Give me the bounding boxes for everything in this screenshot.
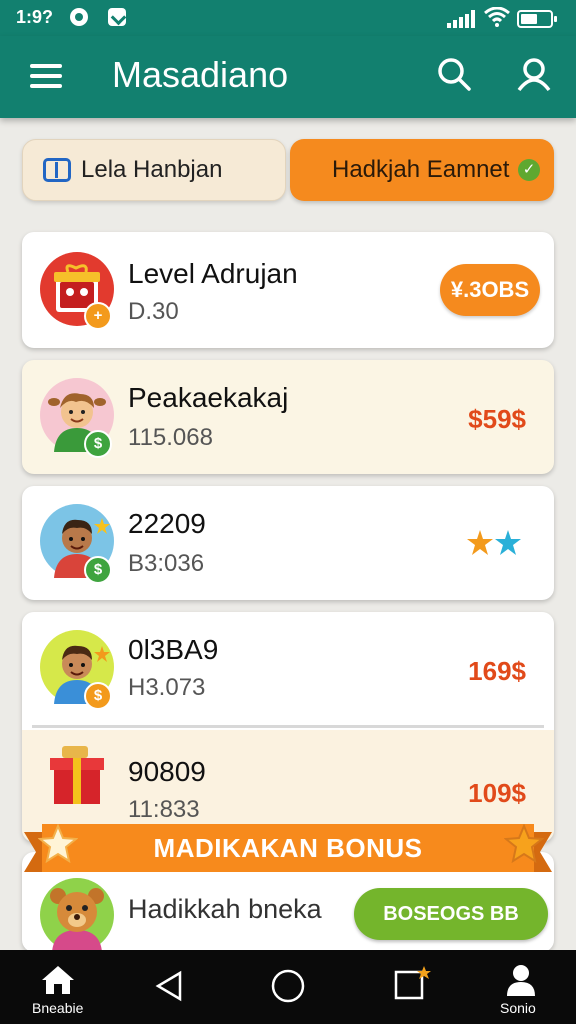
price-button[interactable]: ¥.3OBS (440, 264, 540, 316)
item-subtitle: 11:833 (128, 796, 200, 823)
download-icon (108, 8, 126, 26)
number-icon (43, 158, 71, 182)
home-icon (42, 966, 74, 994)
list-item[interactable]: + Level Adrujan D.30 ¥.3OBS (22, 232, 554, 348)
battery-icon (517, 10, 557, 28)
tab-lela-hanbjan[interactable]: Lela Hanbjan (22, 139, 286, 201)
menu-icon[interactable] (30, 62, 64, 90)
wifi-icon (484, 7, 510, 27)
star-icon (38, 824, 78, 864)
signal-icon (447, 10, 475, 28)
bonus-row-title: Hadikkah bneka (128, 894, 322, 924)
nav-profile[interactable]: Sonio (496, 950, 546, 1024)
notification-icon (70, 8, 88, 26)
item-price: 169$ (468, 656, 526, 686)
gift-box-icon (50, 746, 104, 804)
tab-label: Lela Hanbjan (81, 156, 223, 183)
coin-badge-icon: $ (84, 430, 112, 458)
item-title: Peakaekakaj (128, 382, 289, 413)
tab-bar: Lela Hanbjan Hadkjah Eamnet ✓ (22, 139, 554, 201)
navigation-bar: Bneabie Sonio (0, 950, 576, 1024)
coin-badge-icon: + (84, 302, 112, 330)
item-title: 90809 (128, 756, 206, 787)
list-item[interactable]: $ Peakaekakaj 115.068 $59$ (22, 360, 554, 474)
back-icon[interactable] (154, 970, 184, 1002)
item-price: $59$ (468, 404, 526, 434)
search-icon[interactable] (436, 56, 472, 92)
nav-home-label: Bneabie (32, 1000, 84, 1016)
item-subtitle: 115.068 (128, 424, 213, 451)
status-bar: 1:9? (0, 0, 576, 36)
item-subtitle: B3:036 (128, 550, 205, 577)
rating-stars-icon (467, 530, 521, 555)
recents-icon[interactable] (392, 964, 432, 1004)
divider (32, 725, 544, 728)
status-time: 1:9? (16, 7, 54, 27)
nav-profile-label: Sonio (500, 1000, 536, 1016)
claim-bonus-button[interactable]: BOSEOGS BB (354, 888, 548, 940)
circle-home-icon[interactable] (270, 968, 306, 1004)
item-subtitle: D.30 (128, 298, 179, 325)
star-icon (504, 824, 544, 864)
bear-avatar (40, 878, 114, 952)
nav-home[interactable]: Bneabie (30, 950, 86, 1024)
item-title: 22209 (128, 508, 206, 539)
coin-badge-icon: $ (84, 682, 112, 710)
user-icon (507, 965, 535, 996)
bonus-banner: MADIKAKAN BONUS (24, 824, 552, 872)
app-title: Masadiano (112, 54, 289, 95)
item-price: 109$ (468, 778, 526, 808)
bonus-banner-label: MADIKAKAN BONUS (42, 824, 534, 872)
item-title: 0Ɩ3BA9 (128, 634, 219, 665)
list-item[interactable]: $ 22209 B3:036 (22, 486, 554, 600)
tab-label: Hadkjah Eamnet (332, 156, 510, 183)
app-bar: Masadiano (0, 36, 576, 118)
coin-badge-icon: $ (84, 556, 112, 584)
profile-icon[interactable] (516, 56, 552, 92)
item-title: Level Adrujan (128, 258, 298, 289)
item-subtitle: H3.073 (128, 674, 206, 701)
check-icon: ✓ (518, 159, 540, 181)
tab-hadkjah-eamnet[interactable]: Hadkjah Eamnet ✓ (290, 139, 554, 201)
